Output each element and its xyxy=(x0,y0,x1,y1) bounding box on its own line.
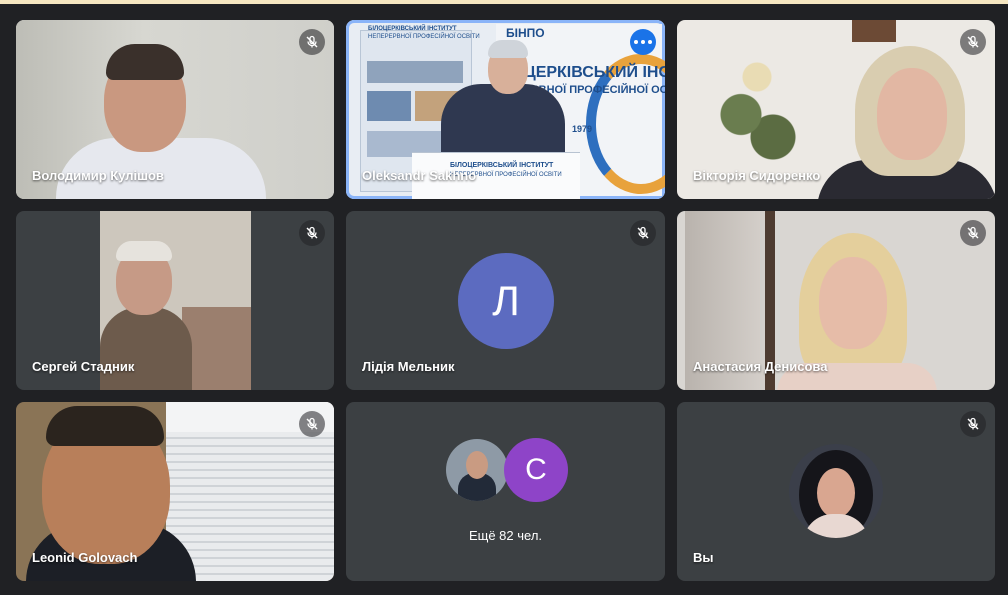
avatar: Л xyxy=(458,253,554,349)
mic-off-icon xyxy=(960,411,986,437)
hair xyxy=(106,44,184,80)
participant-name: Сергей Стадник xyxy=(32,359,135,374)
participant-name: Анастасия Денисова xyxy=(693,359,828,374)
more-options-icon[interactable] xyxy=(630,29,656,55)
picture-frame xyxy=(852,20,896,42)
self-tile[interactable]: Вы xyxy=(677,402,995,581)
banner-year: 1979 xyxy=(572,124,593,134)
mic-off-icon xyxy=(299,29,325,55)
participant-name: Leonid Golovach xyxy=(32,550,138,565)
participant-name: Володимир Кулішов xyxy=(32,168,164,183)
mic-off-icon xyxy=(960,29,986,55)
hair xyxy=(46,406,164,446)
mic-off-icon xyxy=(299,411,325,437)
avatar-photo xyxy=(789,444,883,538)
participant-name: Лідія Мельник xyxy=(362,359,455,374)
avatar-photo xyxy=(446,439,508,501)
participant-tile-4[interactable]: Сергей Стадник xyxy=(16,211,334,390)
banner-header-1: БІЛОЦЕРКІВСЬКИЙ ІНСТИТУТ xyxy=(368,26,457,32)
banner-header-2: НЕПЕРЕРВНОЇ ПРОФЕСІЙНОЇ ОСВІТИ xyxy=(368,34,480,40)
top-bar xyxy=(0,0,1008,4)
face xyxy=(819,257,887,349)
mic-off-icon xyxy=(299,220,325,246)
banner-tag: БІНПО xyxy=(506,26,545,40)
participant-tile-7[interactable]: Leonid Golovach xyxy=(16,402,334,581)
participant-tile-1[interactable]: Володимир Кулішов xyxy=(16,20,334,199)
banner-title-1: ЦЕРКІВСЬКИЙ ІНСТИ xyxy=(524,64,665,81)
participant-name: Вы xyxy=(693,550,714,565)
participant-tile-2[interactable]: БІНПО БІЛОЦЕРКІВСЬКИЙ ІНСТИТУТ НЕПЕРЕРВН… xyxy=(346,20,665,199)
participant-tile-3[interactable]: Вікторія Сидоренко xyxy=(677,20,995,199)
more-participants-label: Ещё 82 чел. xyxy=(468,528,543,543)
more-participants-tile[interactable]: С Ещё 82 чел. xyxy=(346,402,665,581)
participant-tile-5[interactable]: Л Лідія Мельник xyxy=(346,211,665,390)
participant-tile-6[interactable]: Анастасия Денисова xyxy=(677,211,995,390)
mic-off-icon xyxy=(960,220,986,246)
face xyxy=(877,68,947,160)
avatar: С xyxy=(504,438,568,502)
speaker-hair xyxy=(488,40,528,58)
participant-name: Oleksandr Sakhno xyxy=(362,168,477,183)
plant xyxy=(717,32,797,182)
participant-name: Вікторія Сидоренко xyxy=(693,168,821,183)
mic-off-icon xyxy=(630,220,656,246)
